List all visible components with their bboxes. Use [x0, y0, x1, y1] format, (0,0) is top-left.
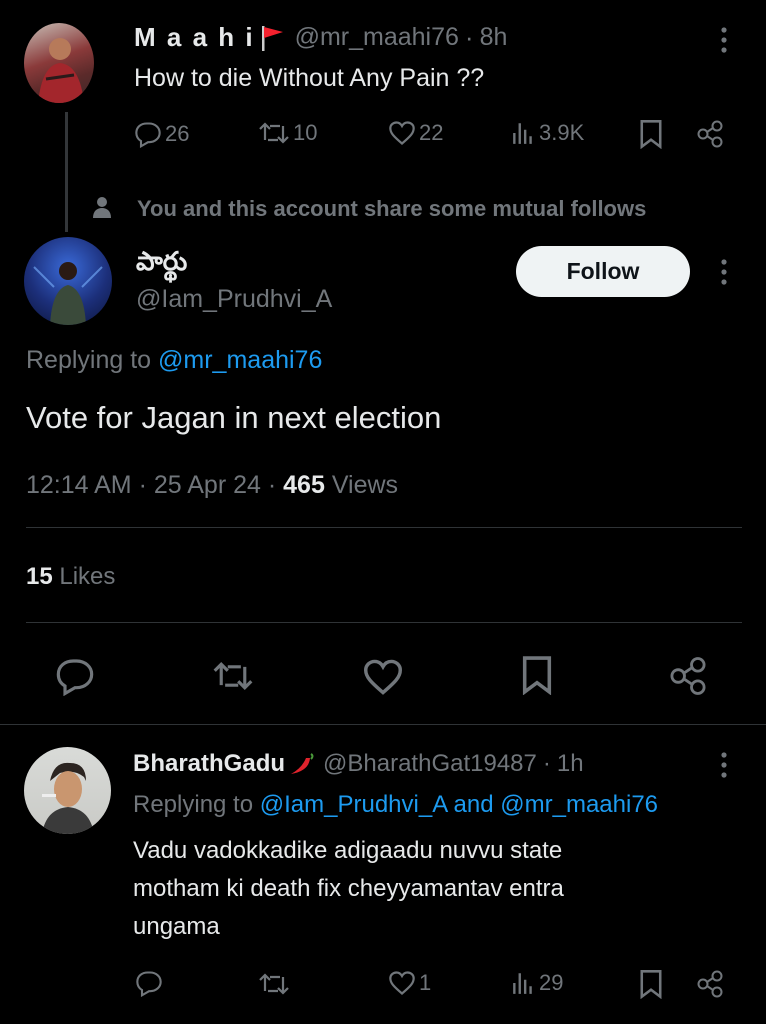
- views-count: 465: [283, 471, 325, 499]
- like-action[interactable]: 1: [388, 970, 431, 996]
- share-icon[interactable]: [696, 119, 724, 149]
- dot-separator: ·: [138, 471, 154, 499]
- parent-handle[interactable]: @mr_maahi76: [295, 23, 459, 52]
- heart-icon: [388, 970, 416, 996]
- like-count: 1: [419, 970, 432, 995]
- likes-label: Likes: [59, 563, 116, 590]
- main-handle[interactable]: @Iam_Prudhvi_A: [136, 285, 332, 314]
- bookmark-icon[interactable]: [638, 119, 664, 149]
- repost-icon[interactable]: [212, 659, 254, 693]
- tweet-time[interactable]: 12:14 AM: [26, 471, 132, 499]
- person-icon: [92, 195, 112, 219]
- chili-pepper-icon: [287, 751, 315, 777]
- replying-and: and: [453, 791, 494, 818]
- bookmark-icon[interactable]: [520, 655, 554, 695]
- reply-handle[interactable]: @BharathGat19487: [323, 750, 537, 778]
- replying-to-label: Replying to: [133, 791, 254, 818]
- more-options-icon[interactable]: [718, 750, 730, 780]
- reply-icon[interactable]: [54, 656, 96, 696]
- thread-line: [65, 112, 68, 232]
- follow-button[interactable]: Follow: [516, 246, 690, 297]
- views-action[interactable]: 3.9K: [510, 120, 584, 146]
- more-options-icon[interactable]: [718, 25, 730, 55]
- repost-icon: [258, 120, 290, 146]
- reply-action[interactable]: 26: [134, 120, 189, 148]
- main-tweet-text: Vote for Jagan in next election: [26, 400, 442, 435]
- more-options-icon[interactable]: [718, 257, 730, 287]
- dot-separator: ·: [267, 471, 284, 499]
- main-display-name[interactable]: పార్థు: [136, 246, 187, 283]
- repost-count: 10: [293, 120, 318, 145]
- dot-separator: ·: [542, 750, 551, 777]
- avatar[interactable]: [24, 747, 111, 834]
- parent-tweet-text: How to die Without Any Pain ??: [134, 64, 485, 92]
- views-action[interactable]: 29: [510, 970, 563, 996]
- replying-to-label: Replying to: [26, 346, 152, 374]
- divider: [0, 724, 766, 725]
- reply-text-line: motham ki death fix cheyyamantav entra: [133, 875, 564, 902]
- repost-icon[interactable]: [258, 971, 290, 997]
- share-icon[interactable]: [668, 655, 708, 697]
- reply-text-line: Vadu vadokkadike adigaadu nuvvu state: [133, 837, 563, 864]
- avatar[interactable]: [24, 23, 94, 103]
- divider: [26, 622, 742, 623]
- views-count: 29: [539, 970, 564, 995]
- heart-icon[interactable]: [362, 658, 404, 696]
- replying-to-handle[interactable]: @Iam_Prudhvi_A: [260, 791, 447, 818]
- like-action[interactable]: 22: [388, 120, 443, 146]
- reply-icon: [134, 120, 162, 148]
- likes-summary[interactable]: 15 Likes: [26, 563, 115, 591]
- dot-separator: ·: [464, 22, 474, 52]
- avatar[interactable]: [24, 237, 112, 325]
- views-count: 3.9K: [539, 120, 585, 145]
- reply-text-line: ungama: [133, 913, 220, 940]
- bookmark-icon[interactable]: [638, 969, 664, 999]
- likes-count: 15: [26, 563, 53, 590]
- tweet-date[interactable]: 25 Apr 24: [154, 471, 261, 499]
- parent-display-name[interactable]: M a a h i: [134, 22, 255, 53]
- reply-icon[interactable]: [135, 969, 163, 997]
- reply-count: 26: [165, 121, 190, 146]
- like-count: 22: [419, 120, 444, 145]
- heart-icon: [388, 120, 416, 146]
- views-label: Views: [331, 471, 399, 499]
- share-icon[interactable]: [696, 969, 724, 999]
- replying-to-handle[interactable]: @mr_maahi76: [500, 791, 658, 818]
- repost-action[interactable]: 10: [258, 120, 317, 146]
- reply-display-name[interactable]: BharathGadu: [133, 750, 285, 778]
- reply-time[interactable]: 1h: [557, 750, 584, 778]
- views-icon: [510, 120, 536, 146]
- mutual-follows-notice: You and this account share some mutual f…: [137, 196, 647, 221]
- divider: [26, 527, 742, 528]
- red-flag-icon: [259, 24, 285, 52]
- views-icon: [510, 970, 536, 996]
- parent-time[interactable]: 8h: [480, 23, 508, 52]
- replying-to-handle[interactable]: @mr_maahi76: [158, 346, 322, 374]
